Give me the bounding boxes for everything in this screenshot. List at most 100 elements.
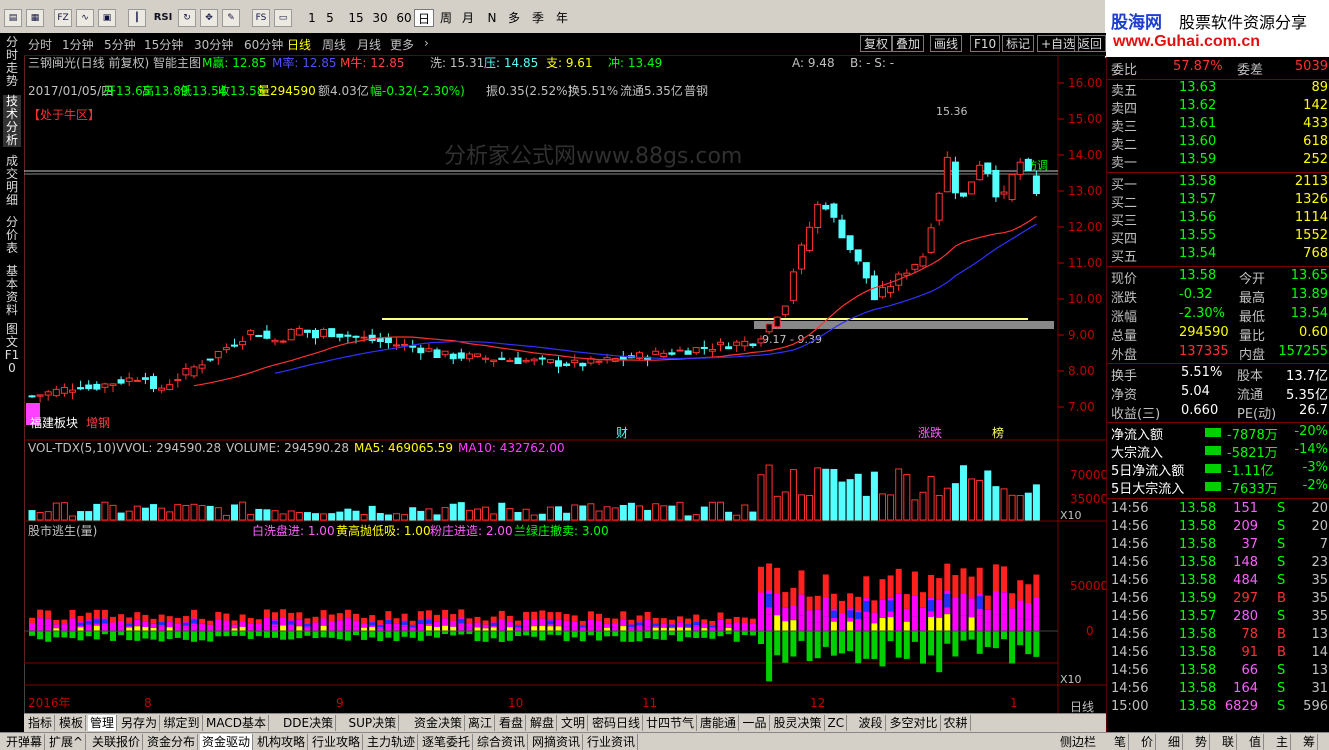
toolbar-btn-1[interactable]: 叠加: [892, 35, 925, 52]
stat2-row-2: 收益(三) 0.660 PE(动) 26.7: [1107, 403, 1329, 422]
quote-tab-4[interactable]: 联: [1220, 734, 1238, 750]
candle-body: [60, 386, 68, 394]
toolbar-btn-5[interactable]: +自选: [1037, 35, 1080, 52]
period-8[interactable]: 月线: [357, 36, 381, 53]
period-tab-1[interactable]: 周: [436, 9, 456, 27]
function-tab-4[interactable]: 资金驱动: [200, 734, 254, 750]
function-tab-7[interactable]: 主力轨迹: [365, 734, 419, 750]
function-tab-8[interactable]: 逐笔委托: [420, 734, 474, 750]
indicator-tab-7[interactable]: SUP决策: [347, 715, 400, 731]
ind-bar-blue: [401, 621, 408, 625]
period-tab-2[interactable]: 月: [458, 9, 478, 27]
function-tab-1[interactable]: 扩展^: [47, 734, 87, 750]
toolbar-btn-6[interactable]: 返回: [1074, 35, 1106, 52]
indicator-tab-5[interactable]: MACD基本: [204, 715, 269, 731]
period-tab-6[interactable]: 年: [552, 9, 572, 27]
indicator-tab-0[interactable]: 指标: [26, 715, 56, 731]
left-tab-0[interactable]: 分时走势: [3, 36, 21, 88]
function-tab-9[interactable]: 综合资讯: [475, 734, 529, 750]
period-5[interactable]: 60分钟: [244, 36, 283, 53]
left-tab-3[interactable]: 分价表: [3, 216, 21, 255]
f10-icon[interactable]: FZ: [54, 9, 72, 27]
period-1[interactable]: 1分钟: [62, 36, 94, 53]
kline-icon[interactable]: ┃: [128, 9, 146, 27]
left-tab-5[interactable]: 图文F10: [3, 323, 21, 375]
fs-icon[interactable]: FS: [252, 9, 270, 27]
refresh-icon[interactable]: ↻: [178, 9, 196, 27]
indicator-tab-9[interactable]: 离江: [466, 715, 496, 731]
rsi-button[interactable]: RSI: [150, 9, 176, 27]
period-tab-0[interactable]: 日: [414, 9, 434, 27]
indicator-tab-15[interactable]: 唐能通: [698, 715, 740, 731]
period-tab-4[interactable]: 多: [504, 9, 524, 27]
indicator-tab-4[interactable]: 绑定到: [162, 715, 203, 731]
function-tab-11[interactable]: 行业资讯: [585, 734, 639, 750]
chart-icon[interactable]: ▤: [4, 9, 22, 27]
ind-bar-magenta2: [563, 626, 570, 631]
quote-tab-1[interactable]: 价: [1139, 734, 1157, 750]
indicator-tab-8[interactable]: 资金决策: [412, 715, 466, 731]
indicator-tab-20[interactable]: 多空对比: [888, 715, 941, 731]
function-tab-2[interactable]: 关联报价: [90, 734, 144, 750]
indicator-tab-10[interactable]: 看盘: [497, 715, 527, 731]
toolbar-btn-0[interactable]: 复权: [860, 35, 893, 52]
period-3[interactable]: 15分钟: [144, 36, 183, 53]
left-tab-4[interactable]: 基本资料: [3, 265, 21, 317]
indicator-tab-1[interactable]: 模板: [57, 715, 87, 731]
left-tab-1[interactable]: 技术分析: [3, 95, 21, 147]
ind-bar-red: [77, 616, 84, 623]
chevron-right-icon[interactable]: ›: [424, 36, 429, 50]
indicator-tab-6[interactable]: DDE决策: [281, 715, 337, 731]
compare-icon[interactable]: ∿: [76, 9, 94, 27]
indicator-tab-13[interactable]: 密码日线: [590, 715, 644, 731]
period-6[interactable]: 日线: [287, 36, 311, 53]
zoom-60[interactable]: 60: [394, 9, 414, 27]
indicator-tab-3[interactable]: 另存为: [119, 715, 161, 731]
function-tab-6[interactable]: 行业攻略: [310, 734, 364, 750]
indicator-tab-17[interactable]: 股灵决策: [772, 715, 825, 731]
quote-tab-6[interactable]: 主: [1274, 734, 1292, 750]
quote-tab-3[interactable]: 势: [1193, 734, 1211, 750]
quote-tab-7[interactable]: 筹: [1301, 734, 1319, 750]
function-tab-3[interactable]: 资金分布: [145, 734, 199, 750]
zoom-15[interactable]: 15: [346, 9, 366, 27]
grid-icon[interactable]: ▦: [26, 9, 44, 27]
candle-body: [733, 341, 741, 346]
volume-bar: [498, 502, 506, 521]
function-tab-10[interactable]: 网摘资讯: [530, 734, 584, 750]
monitor-icon[interactable]: ▭: [274, 9, 292, 27]
indicator-tab-16[interactable]: 一品: [741, 715, 770, 731]
indicator-tab-12[interactable]: 文明: [559, 715, 589, 731]
sidebar-toggle[interactable]: 侧边栏: [1058, 734, 1098, 750]
period-4[interactable]: 30分钟: [194, 36, 233, 53]
toolbar-btn-3[interactable]: F10: [970, 35, 1001, 52]
zoom-1[interactable]: 1: [302, 9, 322, 27]
toolbar-btn-4[interactable]: 标记: [1002, 35, 1035, 52]
indicator-tab-14[interactable]: 廿四节气: [644, 715, 698, 731]
left-tab-2[interactable]: 成交明细: [3, 155, 21, 207]
main-chart[interactable]: 三钢闽光(日线 前复权) 智能主图 M赢: 12.85 M率: 12.85 M牛: 1…: [24, 55, 1106, 719]
zoom-30[interactable]: 30: [370, 9, 390, 27]
period-0[interactable]: 分时: [28, 36, 52, 53]
window-icon[interactable]: ▣: [98, 9, 116, 27]
function-tab-0[interactable]: 开弹幕: [4, 734, 46, 750]
pencil-icon[interactable]: ✎: [222, 9, 240, 27]
indicator-tab-2[interactable]: 管理: [88, 715, 118, 731]
toolbar-btn-2[interactable]: 画线: [930, 35, 963, 52]
indicator-tab-18[interactable]: ZC: [826, 715, 848, 731]
indicator-tab-21[interactable]: 农耕: [942, 715, 971, 731]
move-icon[interactable]: ✥: [200, 9, 218, 27]
zoom-5[interactable]: 5: [320, 9, 340, 27]
function-tab-5[interactable]: 机构攻略: [255, 734, 309, 750]
quote-tab-5[interactable]: 值: [1247, 734, 1265, 750]
period-tab-3[interactable]: N: [482, 9, 502, 27]
period-9[interactable]: 更多: [390, 36, 414, 53]
quote-tab-0[interactable]: 笔: [1112, 734, 1130, 750]
period-2[interactable]: 5分钟: [104, 36, 136, 53]
period-7[interactable]: 周线: [322, 36, 346, 53]
indicator-tab-19[interactable]: 波段: [857, 715, 886, 731]
indicator-tab-11[interactable]: 解盘: [528, 715, 558, 731]
quote-tab-2[interactable]: 细: [1166, 734, 1184, 750]
flow-row-0: 净流入额 -7878万 -20%: [1107, 424, 1329, 443]
period-tab-5[interactable]: 季: [528, 9, 548, 27]
